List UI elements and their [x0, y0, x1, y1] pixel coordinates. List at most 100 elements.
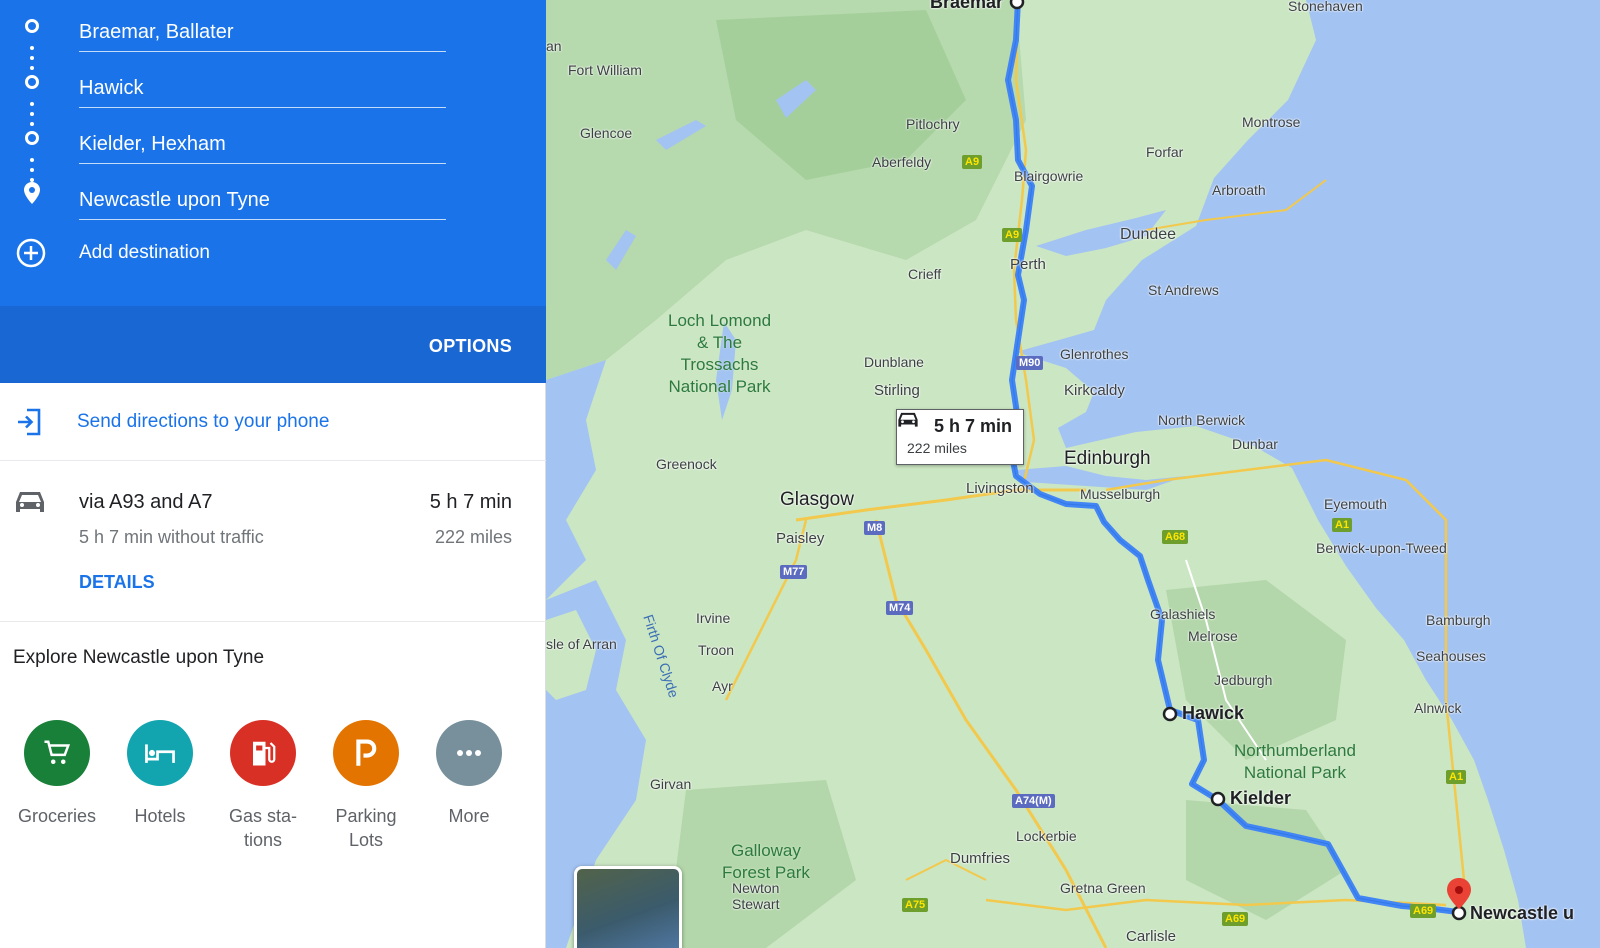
add-destination-button[interactable]: Add destination	[0, 230, 546, 274]
category-circle	[333, 720, 399, 786]
send-directions-link[interactable]: Send directions to your phone	[77, 411, 329, 433]
map-label-berwick: Berwick-upon-Tweed	[1316, 540, 1447, 556]
satellite-layer-toggle[interactable]	[574, 866, 682, 948]
route-dot	[30, 46, 34, 50]
map-label-galashiels: Galashiels	[1150, 606, 1216, 622]
map-label-hawick: Hawick	[1182, 703, 1245, 723]
stop-marker-kielder[interactable]	[1210, 791, 1226, 807]
road-shield-a1-south: A1	[1446, 770, 1467, 784]
stop-row-1: Braemar, Ballater	[0, 4, 546, 54]
stop-row-2: Hawick	[0, 60, 546, 110]
category-parking[interactable]: Parking Lots	[316, 720, 416, 852]
map-label-paisley: Paisley	[776, 530, 825, 547]
map-label-crieff: Crieff	[908, 266, 942, 282]
map-label-loch-lomond: Loch Lomond & The Trossachs National Par…	[668, 311, 772, 396]
map-label-musselburgh: Musselburgh	[1080, 486, 1161, 502]
map-label-blairgowrie: Blairgowrie	[1014, 168, 1084, 184]
map-label-alnwick: Alnwick	[1414, 700, 1462, 716]
maps-app: Braemar, Ballater Hawick Kielder, Hexham	[0, 0, 1600, 948]
map-label-glasgow: Glasgow	[780, 489, 854, 510]
map-label-newton-stewart: Newton Stewart	[732, 880, 780, 912]
map-label-kielder: Kielder	[1230, 788, 1292, 808]
map-label-dunblane: Dunblane	[864, 354, 924, 370]
map-label-irvine: Irvine	[696, 610, 731, 626]
stop-input-3[interactable]: Kielder, Hexham	[79, 116, 446, 164]
map-label-eyemouth: Eyemouth	[1324, 496, 1388, 512]
map-label-fort-william: Fort William	[568, 62, 642, 78]
map-label-montrose: Montrose	[1242, 114, 1301, 130]
route-without-traffic: 5 h 7 min without traffic	[79, 527, 264, 547]
circle-icon	[25, 131, 39, 145]
map-label-arbroath: Arbroath	[1212, 182, 1266, 198]
map-label-aberfeldy: Aberfeldy	[872, 154, 932, 170]
road-shield-a69-east: A69	[1410, 904, 1437, 918]
stop-input-1[interactable]: Braemar, Ballater	[79, 4, 446, 52]
explore-title: Explore Newcastle upon Tyne	[13, 647, 265, 668]
road-shield-m90: M90	[1016, 356, 1044, 370]
map-label-kirkcaldy: Kirkcaldy	[1064, 382, 1125, 399]
gas-pump-icon	[253, 741, 276, 766]
category-label: Groceries	[17, 806, 97, 826]
road-shield-a69: A69	[1222, 912, 1249, 926]
map-label-livingston: Livingston	[966, 480, 1034, 497]
map-label-stonehaven: Stonehaven	[1288, 0, 1363, 14]
stop-input-2[interactable]: Hawick	[79, 60, 446, 108]
category-hotels[interactable]: Hotels	[110, 720, 210, 828]
stop-marker-braemar[interactable]	[1009, 0, 1025, 10]
route-via: via A93 and A7	[79, 491, 213, 513]
route-distance: 222 miles	[434, 527, 512, 547]
road-shield-a9: A9	[962, 155, 983, 169]
road-shield-m74: M74	[886, 601, 914, 615]
map-label-dundee: Dundee	[1120, 226, 1177, 243]
road-shield-m77: M77	[780, 565, 808, 579]
road-shield-a1: A1	[1332, 518, 1353, 532]
map-label-pitlochry: Pitlochry	[906, 116, 960, 132]
options-button[interactable]: OPTIONS	[429, 336, 512, 357]
map-label-girvan: Girvan	[650, 776, 692, 792]
parking-icon	[356, 739, 377, 766]
category-groceries[interactable]: Groceries	[7, 720, 107, 828]
map-label-greenock: Greenock	[656, 456, 717, 472]
map-label-dumfries: Dumfries	[950, 850, 1011, 867]
circle-icon	[25, 19, 39, 33]
category-circle	[127, 720, 193, 786]
add-destination-label: Add destination	[79, 242, 210, 263]
map-label-north-berwick: North Berwick	[1158, 412, 1246, 428]
map-label-an: an	[546, 38, 562, 54]
stop-input-4[interactable]: Newcastle upon Tyne	[79, 172, 446, 220]
category-label: Gas sta- tions	[228, 806, 298, 850]
map-label-perth: Perth	[1010, 256, 1046, 273]
map-label-gretna-green: Gretna Green	[1060, 880, 1146, 896]
map-background	[546, 0, 1526, 948]
map-canvas[interactable]: Braemar Hawick Kielder Newcastle u Edinb…	[546, 0, 1600, 948]
circle-icon	[25, 75, 39, 89]
map-label-edinburgh: Edinburgh	[1064, 448, 1151, 469]
map-label-isle-of-arran: sle of Arran	[546, 636, 617, 652]
map-label-seahouses: Seahouses	[1416, 648, 1487, 664]
map-label-galloway: Galloway Forest Park	[722, 841, 810, 882]
stop-marker-hawick[interactable]	[1162, 706, 1178, 722]
map-label-melrose: Melrose	[1188, 628, 1238, 644]
more-icon	[457, 750, 481, 756]
road-shield-a75: A75	[902, 898, 929, 912]
cart-icon	[44, 740, 71, 764]
route-option[interactable]: via A93 and A7 5 h 7 min without traffic…	[0, 461, 546, 622]
route-time: 5 h 7 min	[429, 491, 512, 513]
map-label-jedburgh: Jedburgh	[1214, 672, 1273, 688]
map-label-stirling: Stirling	[874, 382, 920, 399]
category-more[interactable]: More	[419, 720, 519, 828]
add-circle-icon	[16, 238, 46, 268]
options-bar: OPTIONS	[0, 306, 546, 383]
road-shield-a9-south: A9	[1002, 228, 1023, 242]
category-label: Hotels	[134, 806, 186, 826]
details-button[interactable]: DETAILS	[79, 572, 155, 593]
map-label-bamburgh: Bamburgh	[1426, 612, 1491, 628]
category-gas-stations[interactable]: Gas sta- tions	[213, 720, 313, 852]
map-label-st-andrews: St Andrews	[1148, 282, 1219, 298]
map-label-northumberland: Northumberland National Park	[1234, 741, 1356, 782]
category-circle	[230, 720, 296, 786]
send-directions-row[interactable]: Send directions to your phone	[0, 383, 546, 461]
route-callout[interactable]: 5 h 7 min 222 miles	[896, 409, 1024, 465]
map-label-glencoe: Glencoe	[580, 125, 633, 141]
pin-icon	[24, 182, 40, 204]
